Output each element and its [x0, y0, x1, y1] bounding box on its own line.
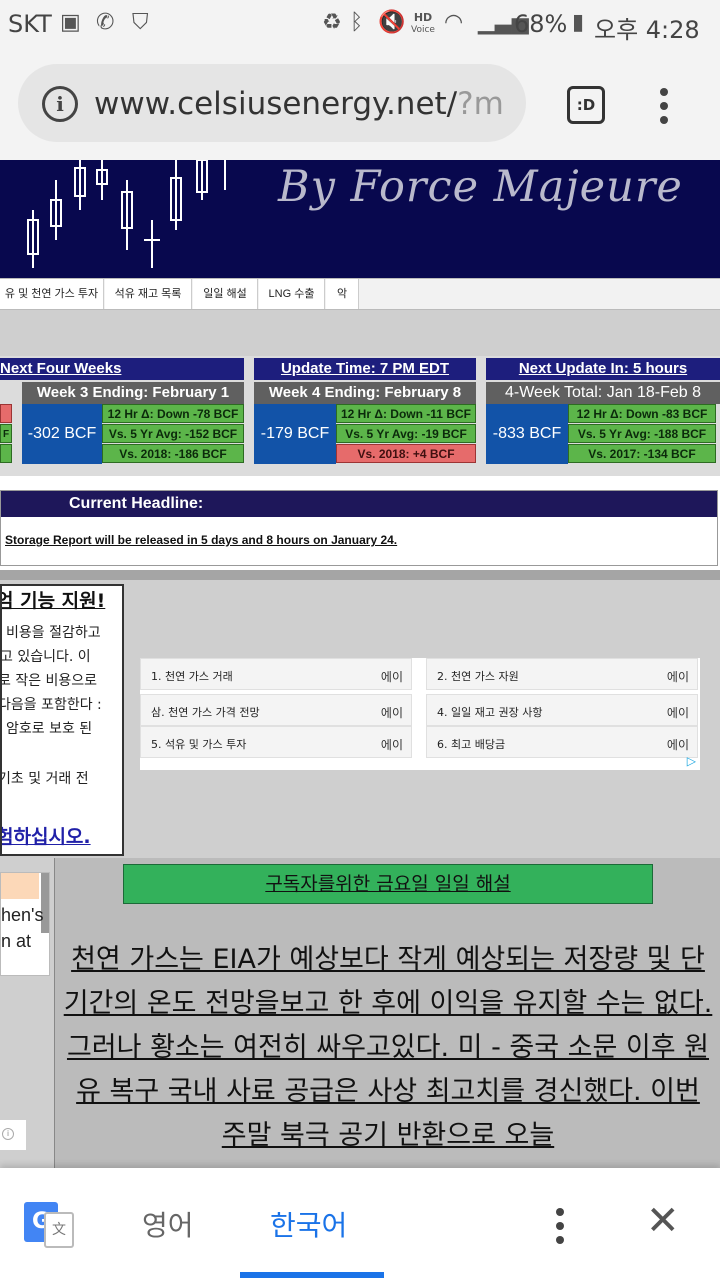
promo-line: 암호로 보호 된 [6, 721, 93, 737]
week4-title: Week 4 Ending: February 8 [254, 382, 476, 404]
nav-tab-lng-export[interactable]: LNG 수출 [259, 279, 325, 309]
stat-cell: F [0, 424, 12, 443]
week4-bcf: -179 BCF [254, 404, 336, 464]
panel-header-next-four-weeks[interactable]: Next Four Weeks [0, 358, 244, 380]
week3-title: Week 3 Ending: February 1 [22, 382, 244, 404]
target-language-tab[interactable]: 한국어 [270, 1204, 347, 1244]
promo-line: 다음을 포함한다 : [0, 697, 102, 713]
promo-link[interactable]: 험하십시오. [2, 822, 91, 849]
hd-voice-icon: HD Voice [411, 11, 435, 35]
promo-line: 고 있습니다. 이 [0, 649, 91, 665]
panel-header-update-time[interactable]: Update Time: 7 PM EDT [254, 358, 476, 380]
week4-stat-5yr: Vs. 5 Yr Avg: -19 BCF [336, 424, 476, 443]
promo-row: 엄 기능 지원! 비용을 절감하고 고 있습니다. 이 로 작은 비용으로 다음… [0, 580, 720, 858]
wifi-icon: ◠ [444, 10, 464, 35]
active-tab-indicator [240, 1272, 384, 1278]
widget-text: hen's [1, 905, 44, 925]
lower-section: hen's n at i 구독자를위한 금요일 일일 해설 천연 가스는 EIA… [0, 858, 720, 1168]
call-icon: ✆ [96, 10, 115, 35]
total-bcf: -833 BCF [486, 404, 568, 464]
ad-link-2[interactable]: 2. 천연 가스 자원 에이 [426, 658, 698, 690]
promo-line: 비용을 절감하고 [6, 625, 101, 641]
browser-toolbar: i www.celsiusenergy.net/?m :D [0, 52, 720, 160]
week3-bcf: -302 BCF [22, 404, 102, 464]
nav-tab-oil-gas-invest[interactable]: 유 및 천연 가스 투자 [0, 279, 104, 309]
url-text[interactable]: www.celsiusenergy.net/?m [94, 86, 514, 122]
address-bar[interactable]: i www.celsiusenergy.net/?m [18, 64, 526, 142]
site-banner: By Force Majeure [0, 160, 720, 278]
bluetooth-icon: ᛒ [350, 10, 364, 35]
week4-stat-yoy: Vs. 2018: +4 BCF [336, 444, 476, 463]
week3-stat-12hr: 12 Hr Δ: Down -78 BCF [102, 404, 244, 423]
total-stat-5yr: Vs. 5 Yr Avg: -188 BCF [568, 424, 716, 443]
recycle-icon: ♻ [322, 10, 342, 35]
gallery-icon: ▣ [60, 10, 81, 35]
browser-menu-icon[interactable] [660, 88, 668, 130]
info-icon[interactable]: i [42, 86, 78, 122]
week3-stat-5yr: Vs. 5 Yr Avg: -152 BCF [102, 424, 244, 443]
google-translate-icon: 文 [44, 1212, 74, 1248]
nav-tab-oil-inventory[interactable]: 석유 재고 목록 [105, 279, 192, 309]
total-stat-yoy: Vs. 2017: -134 BCF [568, 444, 716, 463]
side-widget: hen's n at [0, 872, 50, 976]
total-stat-12hr: 12 Hr Δ: Down -83 BCF [568, 404, 716, 423]
ad-link-4[interactable]: 4. 일일 재고 권장 사항 에이 [426, 694, 698, 726]
stat-cell [0, 404, 12, 423]
translate-bar: G 文 영어 한국어 ✕ [0, 1168, 720, 1280]
promo-line: 로 작은 비용으로 [0, 673, 98, 689]
ad-link-6[interactable]: 6. 최고 배당금 에이 [426, 726, 698, 758]
nav-tab-daily-commentary[interactable]: 일일 해설 [193, 279, 258, 309]
ad-links-block: 1. 천연 가스 거래 에이 2. 천연 가스 자원 에이 삼. 천연 가스 가격 … [140, 658, 700, 770]
translate-menu-icon[interactable] [556, 1208, 564, 1250]
promo-line: 기초 및 거래 전 [0, 771, 89, 787]
ad-link-5[interactable]: 5. 석유 및 가스 투자 에이 [140, 726, 412, 758]
widget-text: n at [1, 931, 32, 951]
grey-spacer [0, 310, 720, 356]
info-icon[interactable]: i [0, 1120, 26, 1150]
headline-box: Current Headline: Storage Report will be… [0, 490, 718, 566]
ad-link-1[interactable]: 1. 천연 가스 거래 에이 [140, 658, 412, 690]
divider [0, 570, 720, 580]
article-body: 천연 가스는 EIA가 예상보다 작게 예상되는 저장량 및 단기간의 온도 전… [63, 944, 713, 1151]
total-title: 4-Week Total: Jan 18-Feb 8 [486, 382, 720, 404]
carrier-label: SKT [8, 10, 52, 38]
clock: 오후 4:28 [594, 16, 700, 44]
ad-link-3[interactable]: 삼. 천연 가스 가격 전망 에이 [140, 694, 412, 726]
web-page: By Force Majeure 유 및 천연 가스 투자 석유 재고 목록 일… [0, 160, 720, 1168]
source-language-tab[interactable]: 영어 [142, 1204, 194, 1244]
commentary-article: 구독자를위한 금요일 일일 해설 천연 가스는 EIA가 예상보다 작게 예상되… [54, 858, 720, 1168]
site-nav: 유 및 천연 가스 투자 석유 재고 목록 일일 해설 LNG 수출 악 [0, 278, 720, 310]
headline-link[interactable]: Storage Report will be released in 5 day… [5, 533, 397, 547]
mute-icon: 🔇 [378, 10, 406, 35]
brand-tagline: By Force Majeure [278, 162, 683, 212]
status-bar: SKT ▣ ✆ ⛉ ♻ ᛒ 🔇 HD Voice ◠ ▁▃▅ 68% ▮ 오후 4… [0, 0, 720, 52]
headline-title: Current Headline: [1, 491, 717, 517]
close-icon[interactable]: ✕ [646, 1198, 680, 1244]
tab-switcher-button[interactable]: :D [567, 86, 605, 124]
storage-forecast-panels: Next Four Weeks F Week 3 Ending: Februar… [0, 356, 720, 476]
battery-icon: ▮ [572, 10, 585, 35]
battery-percent: 68% [514, 10, 568, 38]
subscriber-commentary-link[interactable]: 구독자를위한 금요일 일일 해설 [123, 864, 653, 904]
premium-promo-box: 엄 기능 지원! 비용을 절감하고 고 있습니다. 이 로 작은 비용으로 다음… [0, 584, 124, 856]
promo-title: 엄 기능 지원! [0, 590, 106, 612]
shopping-bag-icon: ⛉ [132, 10, 149, 35]
widget-header [1, 873, 39, 899]
week3-stat-yoy: Vs. 2018: -186 BCF [102, 444, 244, 463]
panel-header-next-update[interactable]: Next Update In: 5 hours [486, 358, 720, 380]
nav-tab-more[interactable]: 악 [326, 279, 359, 309]
candlestick-logo [27, 160, 226, 268]
adchoices-icon[interactable]: ▷ [687, 754, 696, 768]
week4-stat-12hr: 12 Hr Δ: Down -11 BCF [336, 404, 476, 423]
stat-cell [0, 444, 12, 463]
